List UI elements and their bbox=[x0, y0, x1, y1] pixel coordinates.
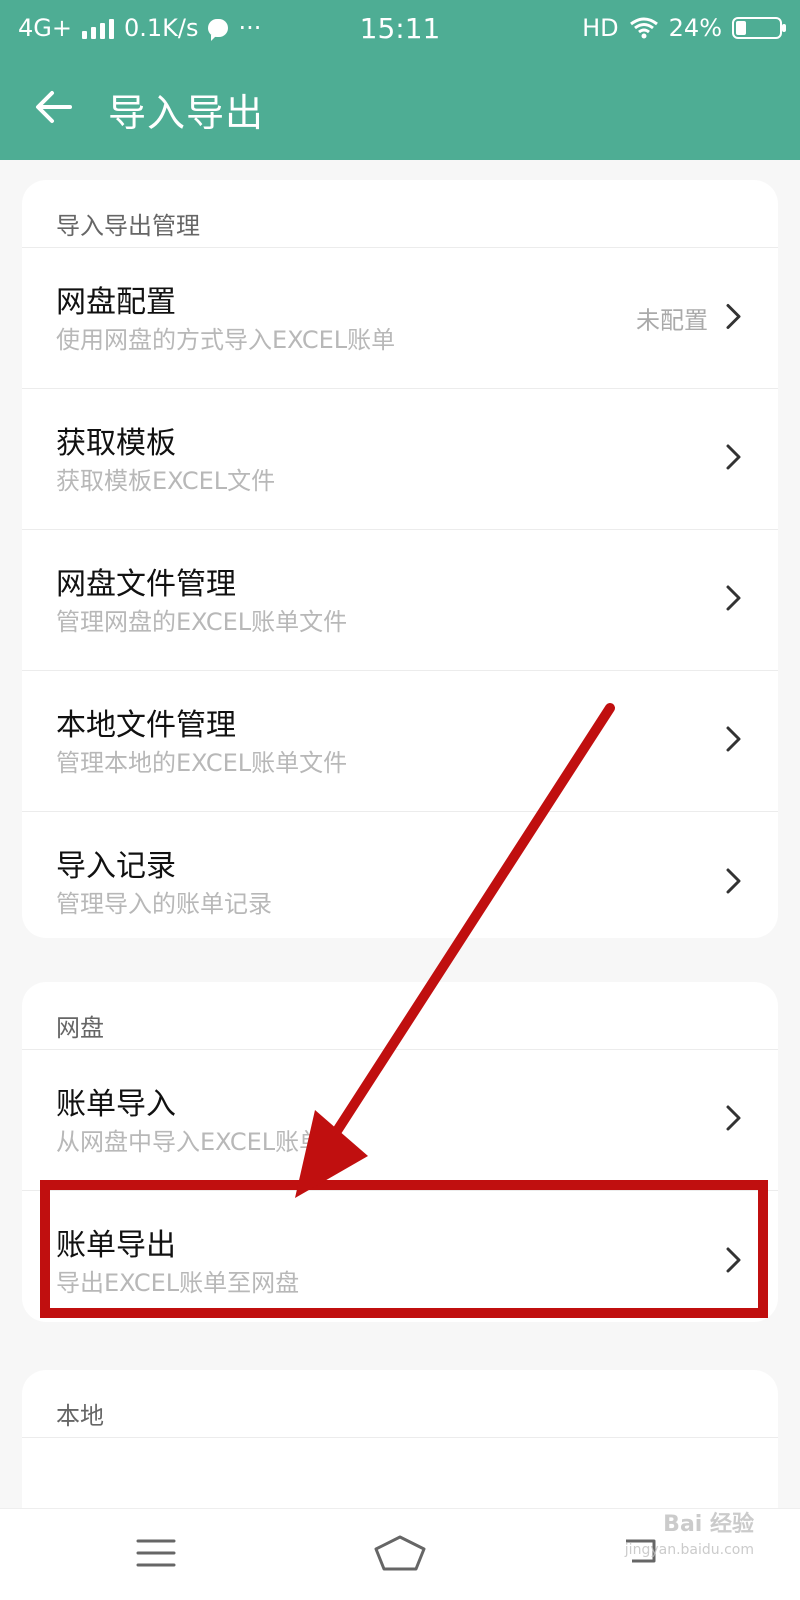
status-bar: 4G+ 0.1K/s ··· 15:11 HD 24% bbox=[0, 0, 800, 58]
list-item-cloud-file-manage[interactable]: 网盘文件管理 管理网盘的EXCEL账单文件 bbox=[22, 530, 778, 671]
wifi-icon bbox=[629, 17, 659, 39]
chevron-right-icon bbox=[724, 1103, 744, 1137]
back-button[interactable] bbox=[0, 58, 108, 160]
trail bbox=[724, 583, 744, 617]
list-item-title: 账单导出 bbox=[56, 1228, 176, 1263]
list-item-subtitle: 获取模板EXCEL文件 bbox=[56, 467, 276, 495]
list-item-subtitle: 从网盘中导入EXCEL账单 bbox=[56, 1128, 324, 1156]
list-item-subtitle: 管理导入的账单记录 bbox=[56, 890, 272, 918]
list-item-subtitle: 管理本地的EXCEL账单文件 bbox=[56, 749, 348, 777]
arrow-left-icon bbox=[32, 85, 76, 133]
app-bar: 导入导出 bbox=[0, 58, 800, 160]
battery-percent: 24% bbox=[668, 14, 722, 42]
trail bbox=[724, 1245, 744, 1279]
chevron-right-icon bbox=[724, 724, 744, 758]
list-item-partial[interactable] bbox=[22, 1438, 778, 1508]
trail bbox=[724, 866, 744, 900]
chevron-right-icon bbox=[724, 866, 744, 900]
card-cloud: 网盘 账单导入 从网盘中导入EXCEL账单 账单导出 导出EXCEL账单至网盘 bbox=[22, 982, 778, 1322]
content: 导入导出管理 网盘配置 使用网盘的方式导入EXCEL账单 未配置 获取模板 获取… bbox=[0, 160, 800, 1508]
status-text: 未配置 bbox=[636, 306, 708, 335]
section-header-local: 本地 bbox=[22, 1370, 778, 1438]
home-button[interactable] bbox=[370, 1527, 430, 1583]
trail: 未配置 bbox=[636, 301, 744, 336]
menu-button[interactable] bbox=[126, 1527, 186, 1583]
list-item-cloud-config[interactable]: 网盘配置 使用网盘的方式导入EXCEL账单 未配置 bbox=[22, 248, 778, 389]
section-header-cloud: 网盘 bbox=[22, 982, 778, 1050]
chevron-right-icon bbox=[724, 442, 744, 476]
list-item-import-records[interactable]: 导入记录 管理导入的账单记录 bbox=[22, 812, 778, 938]
hamburger-menu-icon bbox=[134, 1535, 178, 1575]
list-item-local-file-manage[interactable]: 本地文件管理 管理本地的EXCEL账单文件 bbox=[22, 671, 778, 812]
list-item-title: 网盘文件管理 bbox=[56, 567, 236, 602]
battery-icon bbox=[732, 17, 786, 39]
list-item-title: 导入记录 bbox=[56, 849, 176, 884]
home-icon bbox=[372, 1533, 428, 1577]
card-manage: 导入导出管理 网盘配置 使用网盘的方式导入EXCEL账单 未配置 获取模板 获取… bbox=[22, 180, 778, 938]
list-item-title: 账单导入 bbox=[56, 1087, 176, 1122]
trail bbox=[724, 724, 744, 758]
watermark-small: jingyan.baidu.com bbox=[624, 1542, 754, 1558]
card-local: 本地 bbox=[22, 1370, 778, 1508]
trail bbox=[724, 1103, 744, 1137]
list-item-title: 本地文件管理 bbox=[56, 708, 236, 743]
list-item-get-template[interactable]: 获取模板 获取模板EXCEL文件 bbox=[22, 389, 778, 530]
bottom-nav: Bai 经验 jingyan.baidu.com bbox=[0, 1508, 800, 1600]
chevron-right-icon bbox=[724, 1245, 744, 1279]
list-item-bill-import[interactable]: 账单导入 从网盘中导入EXCEL账单 bbox=[22, 1050, 778, 1191]
page-title: 导入导出 bbox=[108, 90, 265, 135]
list-item-bill-export[interactable]: 账单导出 导出EXCEL账单至网盘 bbox=[22, 1191, 778, 1322]
watermark: Bai 经验 jingyan.baidu.com bbox=[625, 1506, 754, 1558]
trail bbox=[724, 442, 744, 476]
list-item-subtitle: 管理网盘的EXCEL账单文件 bbox=[56, 608, 348, 636]
watermark-main: Bai 经验 bbox=[663, 1512, 754, 1537]
section-header-manage: 导入导出管理 bbox=[22, 180, 778, 248]
status-right: HD 24% bbox=[582, 14, 786, 42]
chevron-right-icon bbox=[724, 301, 744, 335]
list-item-subtitle: 导出EXCEL账单至网盘 bbox=[56, 1269, 300, 1297]
hd-label: HD bbox=[582, 14, 619, 42]
list-item-title: 获取模板 bbox=[56, 426, 176, 461]
chevron-right-icon bbox=[724, 583, 744, 617]
